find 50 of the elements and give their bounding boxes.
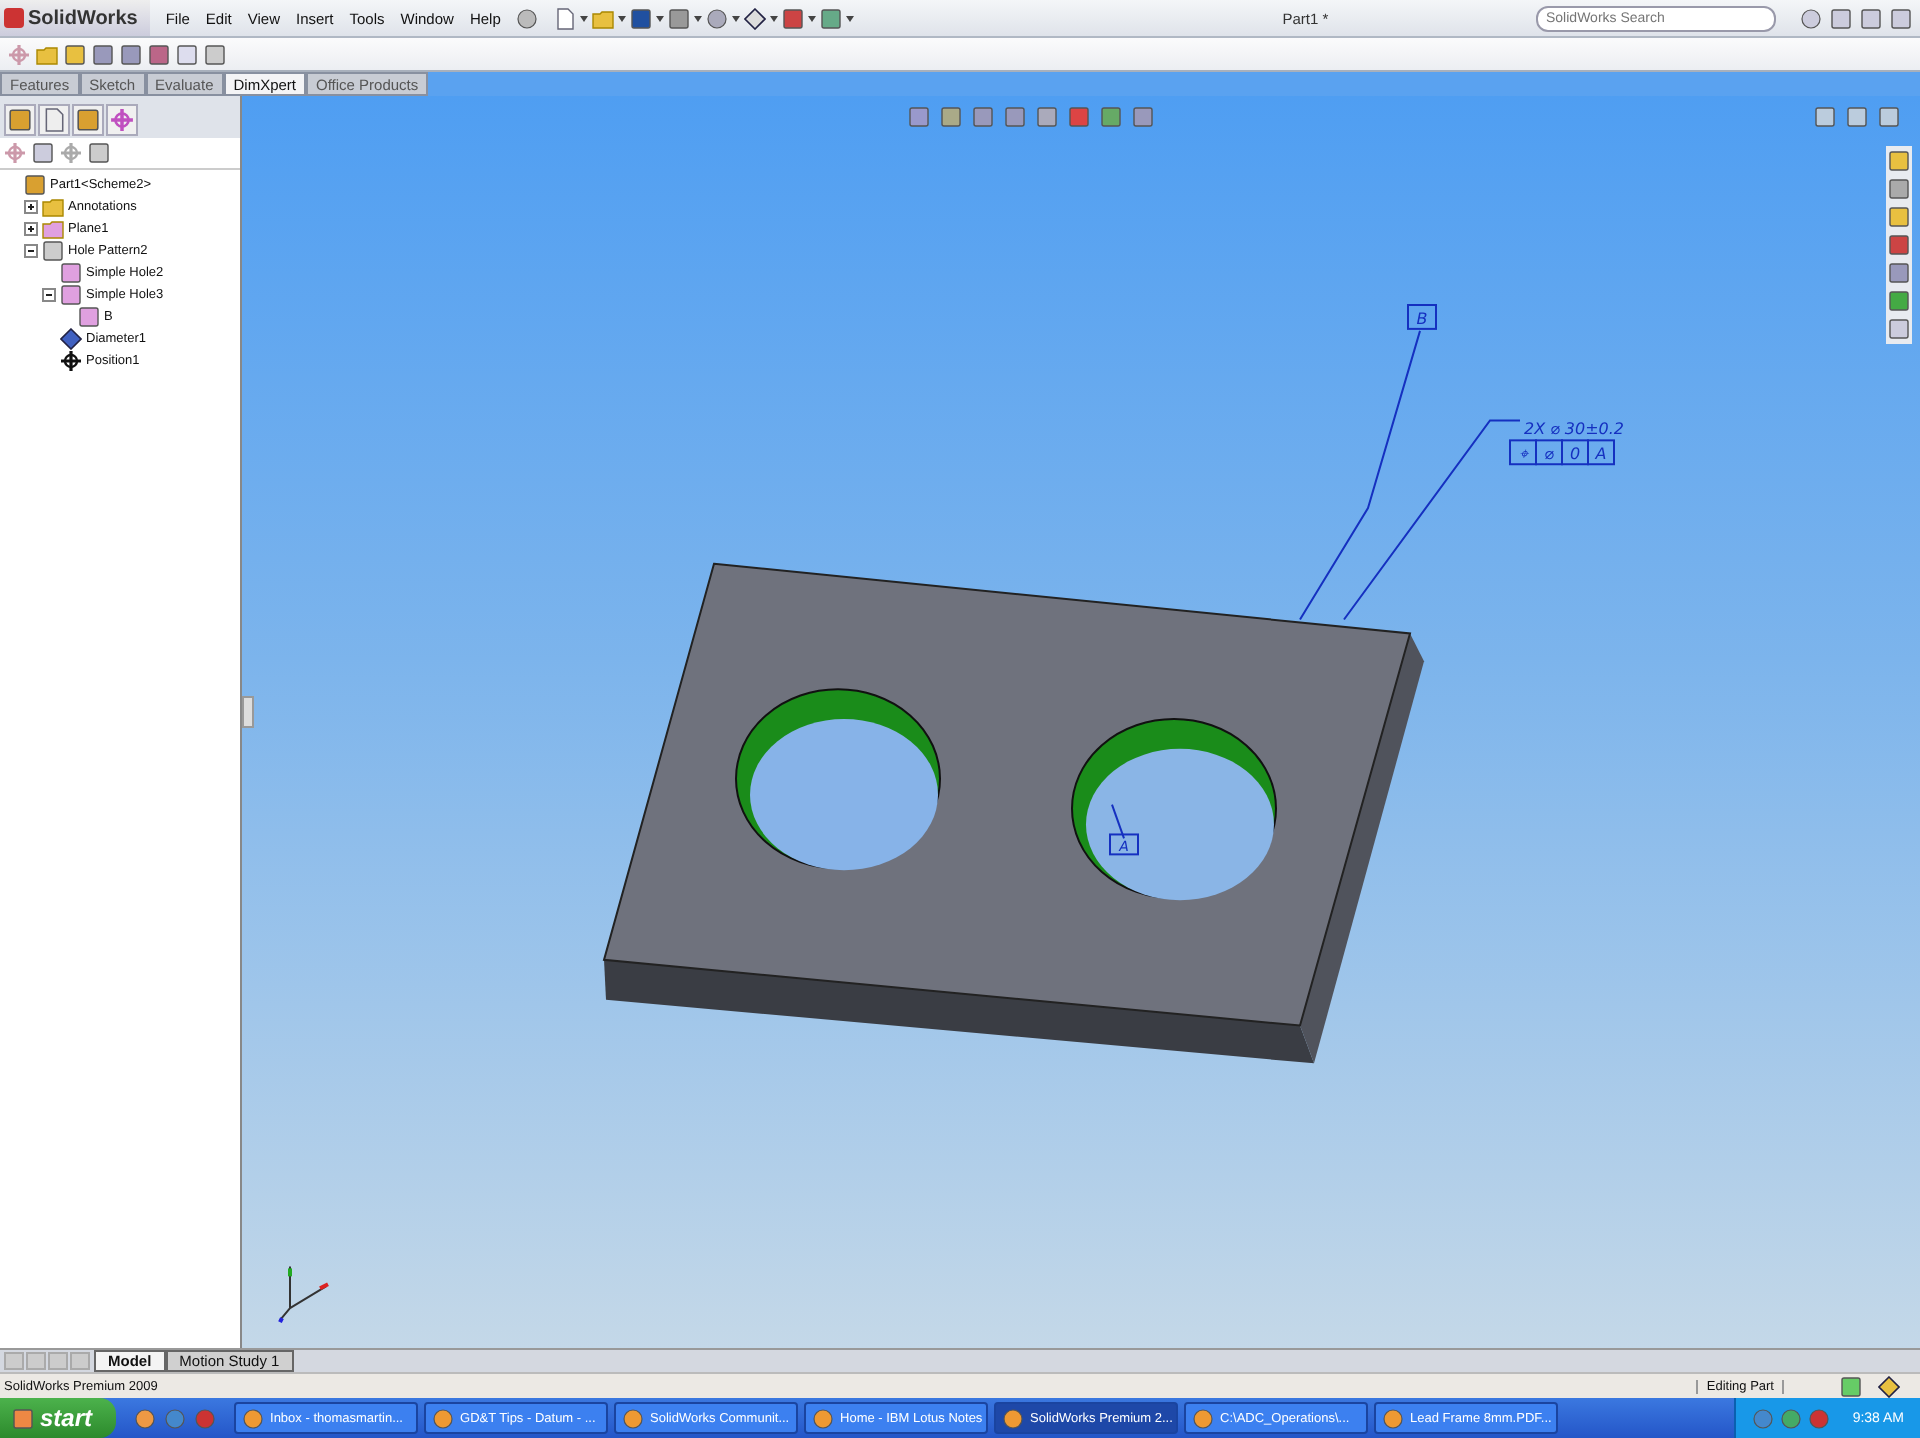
app-icon <box>1382 1407 1405 1429</box>
app-icon <box>812 1407 835 1429</box>
dimxpert-tool-icon[interactable] <box>32 142 54 164</box>
datum-frame <box>1109 833 1139 856</box>
frame-cell <box>1587 439 1615 466</box>
task-pane-icon[interactable] <box>1888 178 1910 200</box>
toolbar-tool-icon[interactable] <box>92 43 114 65</box>
app-icon <box>1192 1407 1215 1429</box>
task-pane-icon[interactable] <box>1888 234 1910 256</box>
dimxpert-tool-icon[interactable] <box>88 142 110 164</box>
toolbar-tool-icon[interactable] <box>120 43 142 65</box>
task-pane-icon[interactable] <box>1888 262 1910 284</box>
collapse-toggle[interactable] <box>42 288 56 302</box>
toolbar-tool-icon[interactable] <box>204 43 226 65</box>
crosshair-icon <box>60 350 82 372</box>
toolbar-tool-icon[interactable] <box>148 43 170 65</box>
panel-splitter-handle[interactable] <box>242 696 254 728</box>
manager-tab-icon[interactable] <box>72 104 104 136</box>
view-tool-icon[interactable] <box>940 106 962 128</box>
toolbar-tool-icon[interactable] <box>36 43 58 65</box>
expand-toggle[interactable] <box>24 200 38 214</box>
app-icon <box>622 1407 645 1429</box>
manager-tab-icon[interactable] <box>38 104 70 136</box>
manager-tab-icon[interactable] <box>106 104 138 136</box>
frame-cell <box>1535 439 1563 466</box>
toolbar-tool-icon[interactable] <box>64 43 86 65</box>
quick-launch-icon[interactable] <box>134 1407 157 1429</box>
manager-tab-icon[interactable] <box>4 104 36 136</box>
axis-triad-drawing <box>278 1265 329 1323</box>
task-pane-icon[interactable] <box>1888 318 1910 340</box>
task-pane-icon[interactable] <box>1888 150 1910 172</box>
toolbar-tool-icon[interactable] <box>176 43 198 65</box>
frame-cell <box>1561 439 1589 466</box>
datum-frame <box>1407 304 1437 330</box>
caret-icon[interactable] <box>846 15 855 21</box>
plane-folder-icon <box>42 218 64 240</box>
tray-icon[interactable] <box>1780 1407 1803 1429</box>
expand-toggle[interactable] <box>24 222 38 236</box>
task-pane-icon[interactable] <box>1888 290 1910 312</box>
view-tool-icon[interactable] <box>1036 106 1058 128</box>
app-icon <box>1002 1407 1025 1429</box>
collapse-toggle[interactable] <box>24 244 38 258</box>
app-icon <box>242 1407 265 1429</box>
task-pane-icon[interactable] <box>1888 206 1910 228</box>
app-icon <box>432 1407 455 1429</box>
frame-cell <box>1509 439 1537 466</box>
view-tool-icon[interactable] <box>1068 106 1090 128</box>
annotations-folder-icon <box>42 196 64 218</box>
app-name: SolidWorks <box>28 7 138 29</box>
leader-line <box>1111 803 1125 840</box>
